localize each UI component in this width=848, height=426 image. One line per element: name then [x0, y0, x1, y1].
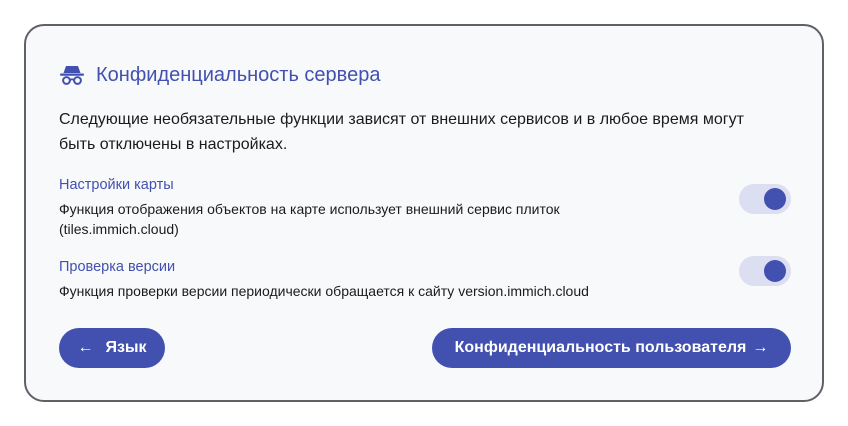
map-toggle[interactable]: [739, 184, 791, 214]
card-header: Конфиденциальность сервера: [59, 62, 380, 88]
setting-version-check: Проверка версии Функция проверки версии …: [59, 257, 779, 301]
arrow-left-icon: ←: [77, 339, 94, 356]
version-check-toggle[interactable]: [739, 256, 791, 286]
back-language-button[interactable]: ← Язык: [59, 328, 165, 368]
onboarding-card: Конфиденциальность сервера Следующие нео…: [24, 24, 824, 402]
incognito-icon: [59, 62, 85, 88]
setting-version-description: Функция проверки версии периодически обр…: [59, 283, 589, 299]
back-button-label: Язык: [105, 339, 147, 356]
setting-map-description: Функция отображения объектов на карте ис…: [59, 201, 560, 237]
setting-map: Настройки карты Функция отображения объе…: [59, 175, 779, 239]
map-toggle-knob: [764, 188, 786, 210]
intro-text: Следующие необязательные функции зависят…: [59, 111, 744, 153]
setting-version-title: Проверка версии: [59, 259, 176, 275]
next-button-label: Конфиденциальность пользователя: [454, 339, 747, 356]
next-user-privacy-button[interactable]: Конфиденциальность пользователя →: [432, 328, 791, 368]
card-title: Конфиденциальность сервера: [96, 63, 381, 86]
setting-map-title: Настройки карты: [59, 177, 174, 193]
version-check-toggle-knob: [764, 260, 786, 282]
arrow-right-icon: →: [752, 339, 769, 356]
